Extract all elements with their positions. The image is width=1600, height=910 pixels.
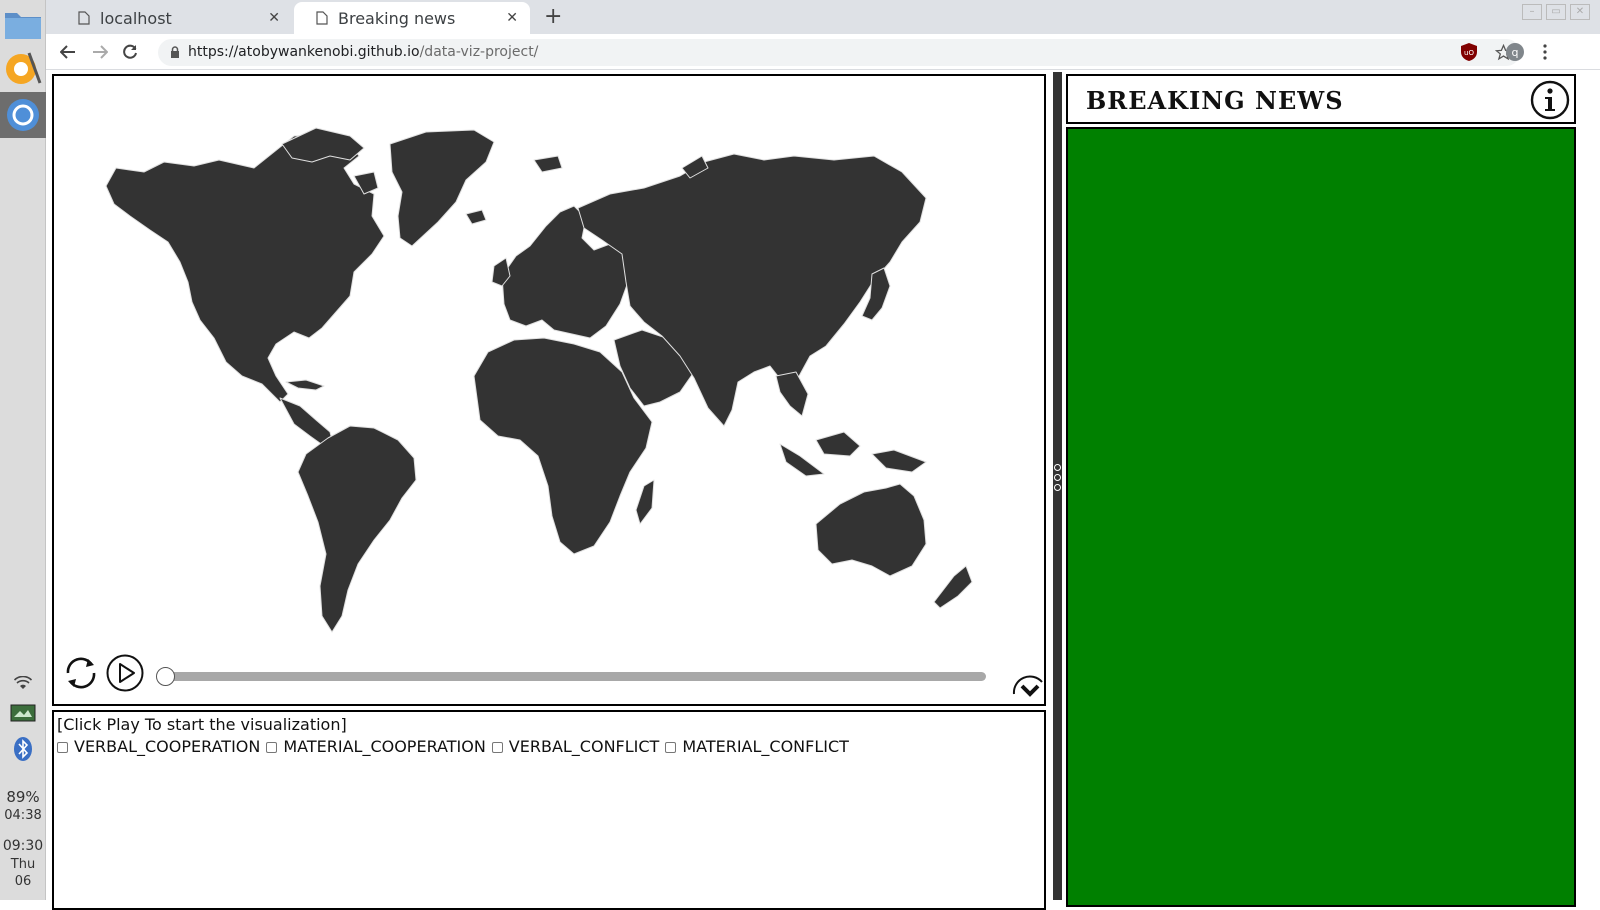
- chevron-down-icon: [1012, 675, 1043, 697]
- page-icon: [78, 11, 90, 25]
- extension-badge: uO: [1464, 49, 1474, 57]
- address-bar[interactable]: https://atobywankenobi.github.io/data-vi…: [158, 39, 1520, 66]
- world-map-panel: [52, 74, 1046, 706]
- clock-date: 06: [14, 874, 32, 889]
- os-dock: 89% 04:38 09:30 Thu 06: [0, 0, 46, 900]
- url-path: /data-viz-project/: [419, 44, 539, 60]
- page-icon: [316, 11, 328, 25]
- country-shape: [533, 155, 563, 173]
- country-shape: [285, 379, 325, 391]
- world-map[interactable]: [54, 76, 1044, 648]
- event-type-filters: VERBAL_COOPERATION MATERIAL_COOPERATION …: [57, 736, 1041, 758]
- play-icon: [106, 654, 144, 692]
- timeline-controls: [54, 648, 1044, 704]
- minimize-icon[interactable]: –: [1522, 4, 1542, 20]
- checkbox[interactable]: [57, 741, 68, 753]
- forward-icon[interactable]: [88, 40, 112, 64]
- page-content: [Click Play To start the visualization] …: [46, 70, 1600, 910]
- country-shape: [815, 483, 927, 577]
- play-button[interactable]: [106, 654, 144, 692]
- info-icon: [1530, 80, 1570, 120]
- browser-tab-bar: localhost ✕ Breaking news ✕ + – ▭ ✕: [46, 0, 1600, 34]
- country-shape: [775, 371, 809, 417]
- grip-dot: [1054, 464, 1061, 471]
- wifi-icon[interactable]: [0, 675, 46, 694]
- checkbox[interactable]: [665, 741, 677, 753]
- filter-verbal-conflict[interactable]: VERBAL_CONFLICT: [491, 736, 660, 758]
- filter-label: VERBAL_CONFLICT: [508, 737, 660, 756]
- restore-icon[interactable]: ▭: [1546, 4, 1566, 20]
- ublock-extension-icon[interactable]: uO: [1458, 41, 1480, 63]
- media-app-icon[interactable]: [3, 48, 43, 88]
- checkbox[interactable]: [266, 741, 278, 753]
- profile-avatar[interactable]: q: [1504, 41, 1526, 63]
- lock-icon: [171, 46, 179, 58]
- country-shape: [281, 127, 365, 163]
- country-shape: [933, 565, 973, 609]
- chromium-icon[interactable]: [0, 92, 46, 138]
- info-button[interactable]: [1530, 80, 1570, 120]
- restart-button[interactable]: [62, 654, 100, 692]
- new-tab-button[interactable]: +: [544, 4, 562, 29]
- news-header: BREAKING NEWS: [1066, 74, 1576, 124]
- close-window-icon[interactable]: ✕: [1570, 4, 1590, 20]
- panel-resize-handle[interactable]: [1053, 72, 1062, 900]
- url-text: https://atobywankenobi.github.io/data-vi…: [188, 44, 538, 60]
- battery-percent: 89%: [6, 788, 40, 806]
- filter-label: MATERIAL_CONFLICT: [682, 737, 849, 756]
- battery-time: 04:38: [4, 808, 42, 823]
- filter-material-conflict[interactable]: MATERIAL_CONFLICT: [665, 736, 849, 758]
- filter-label: MATERIAL_COOPERATION: [283, 737, 486, 756]
- filter-material-cooperation[interactable]: MATERIAL_COOPERATION: [266, 736, 486, 758]
- filter-verbal-cooperation[interactable]: VERBAL_COOPERATION: [57, 736, 260, 758]
- timeline-slider-track[interactable]: [164, 672, 986, 681]
- country-shape: [389, 129, 495, 247]
- timeline-slider-handle[interactable]: [156, 667, 175, 686]
- checkbox[interactable]: [491, 741, 503, 753]
- profile-initial: q: [1512, 46, 1519, 59]
- bluetooth-icon[interactable]: [0, 736, 46, 766]
- reload-page-icon[interactable]: [118, 40, 142, 64]
- country-shape: [635, 479, 655, 525]
- news-title: BREAKING NEWS: [1086, 86, 1344, 115]
- browser-toolbar: https://atobywankenobi.github.io/data-vi…: [46, 34, 1600, 70]
- status-text: [Click Play To start the visualization]: [57, 715, 347, 734]
- filter-label: VERBAL_COOPERATION: [74, 737, 261, 756]
- country-shape: [105, 133, 385, 403]
- restart-icon: [66, 657, 96, 689]
- collapse-button[interactable]: [1012, 662, 1044, 700]
- country-shape: [815, 431, 861, 457]
- clock-time: 09:30: [2, 838, 44, 854]
- tab-localhost[interactable]: localhost ✕: [56, 2, 292, 34]
- files-folder-icon[interactable]: [3, 4, 43, 44]
- event-info-panel: [Click Play To start the visualization] …: [52, 710, 1046, 910]
- menu-icon[interactable]: [1534, 41, 1556, 63]
- country-shape: [297, 425, 417, 633]
- back-icon[interactable]: [56, 40, 80, 64]
- tab-breaking-news[interactable]: Breaking news ✕: [294, 2, 530, 34]
- close-icon[interactable]: ✕: [506, 10, 518, 26]
- close-icon[interactable]: ✕: [268, 10, 280, 26]
- screenshot-app-icon[interactable]: [0, 704, 46, 726]
- grip-dot: [1054, 484, 1061, 491]
- grip-dot: [1054, 474, 1061, 481]
- tab-title: localhost: [100, 8, 172, 28]
- clock-day: Thu: [10, 857, 36, 872]
- tab-title: Breaking news: [338, 8, 456, 28]
- country-shape: [871, 449, 927, 473]
- url-host: https://atobywankenobi.github.io: [188, 44, 420, 60]
- country-shape: [779, 443, 825, 477]
- country-shape: [465, 209, 487, 225]
- news-feed-panel: [1066, 127, 1576, 907]
